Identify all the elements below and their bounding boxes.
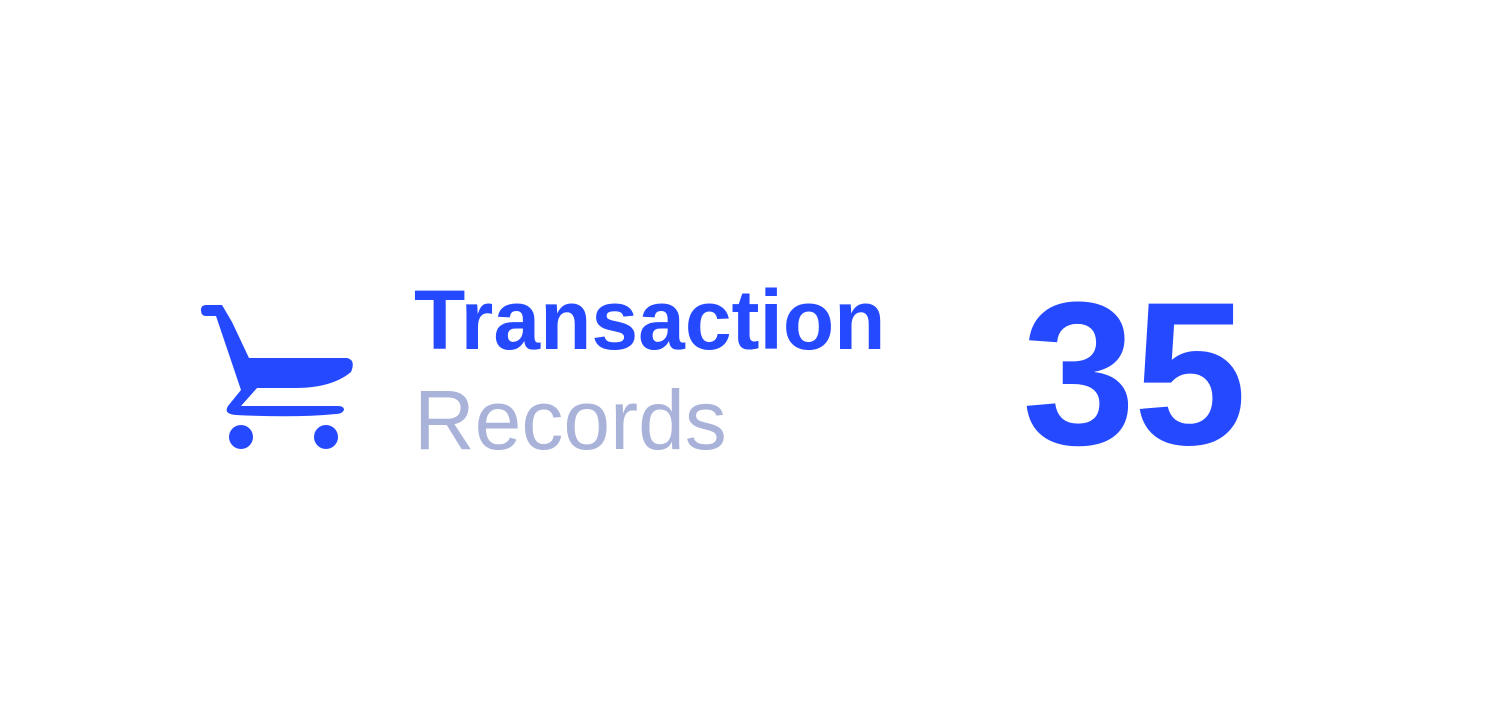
stat-title: Transaction xyxy=(414,273,886,367)
transaction-records-stat-card: Transaction Records 35 xyxy=(0,0,1492,727)
shopping-cart-icon xyxy=(198,300,356,452)
stat-value: 35 xyxy=(1022,260,1247,488)
stat-subtitle: Records xyxy=(414,373,727,467)
